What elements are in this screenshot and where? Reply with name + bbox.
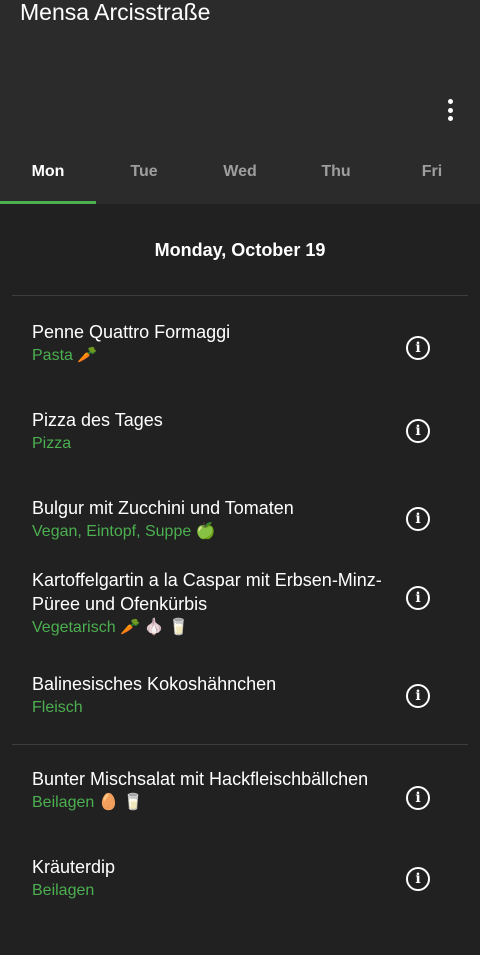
more-vert-icon[interactable] — [438, 98, 462, 122]
meal-name: Kräuterdip — [32, 857, 116, 877]
tab-tue[interactable]: Tue — [96, 148, 192, 204]
tab-fri[interactable]: Fri — [384, 148, 480, 204]
meal-category: Vegan, Eintopf, Suppe 🍏 — [32, 523, 216, 540]
meal-name: Balinesisches Kokoshähnchen — [32, 674, 277, 694]
meal-name: Pizza des Tages — [32, 410, 163, 430]
meal-item[interactable]: Pizza des Tages Pizza i — [0, 384, 480, 472]
app-bar: Mensa Arcisstraße — [0, 0, 480, 148]
meal-category: Beilagen — [32, 882, 95, 899]
day-tabs: Mon Tue Wed Thu Fri — [0, 148, 480, 204]
meal-category: Beilagen 🥚 🥛 — [32, 794, 144, 811]
meal-item[interactable]: Bunter Mischsalat mit Hackfleischbällche… — [0, 765, 480, 855]
info-icon[interactable]: i — [406, 507, 430, 531]
meal-item[interactable]: Balinesisches Kokoshähnchen Fleisch i — [0, 648, 480, 734]
meal-category: Fleisch — [32, 699, 83, 716]
info-icon[interactable]: i — [406, 586, 430, 610]
meal-group: Penne Quattro Formaggi Pasta 🥕 i Pizza d… — [0, 296, 480, 744]
meal-item[interactable]: Bulgur mit Zucchini und Tomaten Vegan, E… — [0, 472, 480, 560]
meal-item[interactable]: Penne Quattro Formaggi Pasta 🥕 i — [0, 312, 480, 384]
tab-mon[interactable]: Mon — [0, 148, 96, 204]
info-icon[interactable]: i — [406, 867, 430, 891]
meal-category: Vegetarisch 🥕 🧄 🥛 — [32, 619, 189, 636]
meal-item[interactable]: Kartoffelgartin a la Caspar mit Erbsen-M… — [0, 560, 480, 648]
info-icon[interactable]: i — [406, 786, 430, 810]
meal-group: Bunter Mischsalat mit Hackfleischbällche… — [0, 745, 480, 937]
meal-item[interactable]: Kräuterdip Beilagen i — [0, 855, 480, 927]
info-icon[interactable]: i — [406, 419, 430, 443]
info-icon[interactable]: i — [406, 684, 430, 708]
meal-category: Pasta 🥕 — [32, 347, 98, 364]
meal-name: Bunter Mischsalat mit Hackfleischbällche… — [32, 769, 369, 789]
meal-name: Bulgur mit Zucchini und Tomaten — [32, 498, 294, 518]
tab-thu[interactable]: Thu — [288, 148, 384, 204]
app-title: Mensa Arcisstraße — [20, 0, 211, 25]
date-header: Monday, October 19 — [154, 240, 326, 260]
tab-indicator — [0, 201, 96, 204]
meal-category: Pizza — [32, 435, 72, 452]
info-icon[interactable]: i — [406, 336, 430, 360]
meal-name: Kartoffelgartin a la Caspar mit Erbsen-M… — [32, 570, 382, 614]
meal-name: Penne Quattro Formaggi — [32, 322, 231, 342]
tab-wed[interactable]: Wed — [192, 148, 288, 204]
